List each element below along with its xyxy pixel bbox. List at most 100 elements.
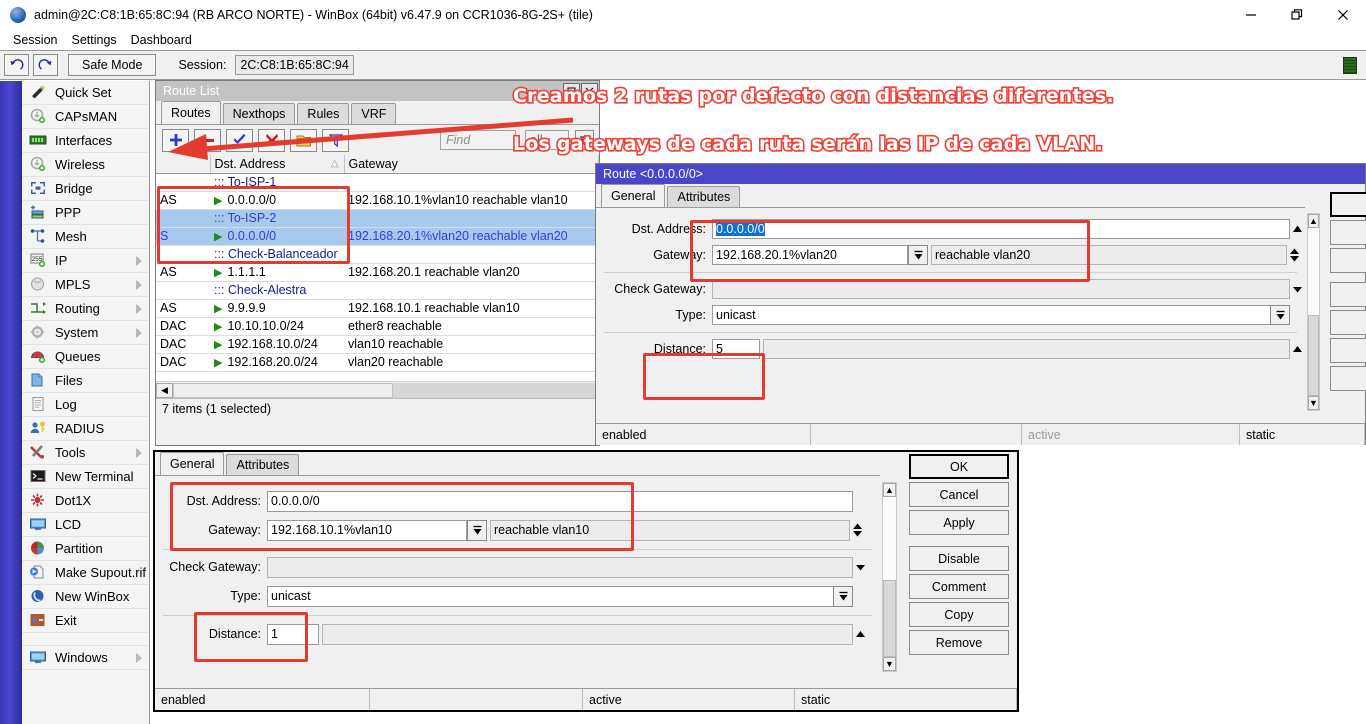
- scroll-left-icon[interactable]: ◀: [156, 383, 173, 398]
- check-gateway-dropdown-icon[interactable]: [853, 556, 868, 578]
- distance-stepper[interactable]: [853, 623, 868, 645]
- tab-general[interactable]: General: [601, 184, 665, 207]
- ok-button[interactable]: [1330, 192, 1366, 217]
- remove-button[interactable]: [1330, 366, 1366, 391]
- sidebar-item-mpls[interactable]: MPLS: [22, 273, 149, 297]
- gateway-dropdown-icon[interactable]: [467, 520, 487, 541]
- dst-address-input[interactable]: 0.0.0.0/0: [267, 491, 853, 512]
- apply-button[interactable]: Apply: [909, 510, 1009, 535]
- distance-input[interactable]: 5: [712, 339, 760, 359]
- type-dropdown-icon[interactable]: [1270, 305, 1290, 325]
- sidebar-item-lcd[interactable]: LCD: [22, 513, 149, 537]
- table-row[interactable]: ::: To-ISP-1: [156, 173, 599, 191]
- apply-button[interactable]: [1330, 248, 1366, 273]
- scroll-up-icon[interactable]: ▲: [1308, 214, 1319, 228]
- menu-item-session[interactable]: Session: [6, 32, 64, 48]
- sidebar-item-system[interactable]: System: [22, 321, 149, 345]
- distance-stepper[interactable]: [1290, 338, 1305, 360]
- route-dialog-bottom-vertical-scrollbar[interactable]: ▲ ▼: [882, 482, 897, 672]
- menu-item-settings[interactable]: Settings: [64, 32, 123, 48]
- gateway-input[interactable]: 192.168.20.1%vlan20: [712, 245, 908, 265]
- maximize-restore-icon[interactable]: [1274, 0, 1320, 29]
- scroll-down-icon[interactable]: ▼: [883, 657, 896, 671]
- close-icon[interactable]: [1320, 0, 1366, 29]
- sidebar-item-ppp[interactable]: PPP: [22, 201, 149, 225]
- tab-routes[interactable]: Routes: [161, 101, 221, 124]
- tab-attributes[interactable]: Attributes: [667, 186, 740, 207]
- scroll-thumb[interactable]: [883, 580, 896, 657]
- ok-button[interactable]: OK: [909, 454, 1009, 479]
- sidebar-item-dot1x[interactable]: Dot1X: [22, 489, 149, 513]
- menu-item-dashboard[interactable]: Dashboard: [124, 32, 199, 48]
- comment-button[interactable]: [1330, 310, 1366, 335]
- sidebar-item-new-winbox[interactable]: New WinBox: [22, 585, 149, 609]
- remove-button[interactable]: Remove: [909, 630, 1009, 655]
- dst-address-input[interactable]: 0.0.0.0/0: [712, 219, 1290, 239]
- route-dialog-top-vertical-scrollbar[interactable]: ▲ ▼: [1307, 213, 1320, 411]
- type-dropdown-icon[interactable]: [833, 586, 853, 607]
- gateway-stepper[interactable]: [1287, 244, 1302, 266]
- gateway-stepper[interactable]: [850, 519, 865, 541]
- table-row[interactable]: AS ▶9.9.9.9 192.168.10.1 reachable vlan1…: [156, 299, 599, 317]
- table-row[interactable]: S ▶0.0.0.0/0 192.168.20.1%vlan20 reachab…: [156, 227, 599, 245]
- check-gateway-input[interactable]: [712, 279, 1290, 299]
- type-input[interactable]: unicast: [712, 305, 1290, 325]
- sidebar-item-files[interactable]: Files: [22, 369, 149, 393]
- sidebar-item-queues[interactable]: Queues: [22, 345, 149, 369]
- disable-button[interactable]: [1330, 282, 1366, 307]
- minimize-icon[interactable]: [1228, 0, 1274, 29]
- table-row[interactable]: ::: Check-Balanceador: [156, 245, 599, 263]
- safe-mode-button[interactable]: Safe Mode: [68, 54, 156, 76]
- check-gateway-dropdown-icon[interactable]: [1290, 278, 1305, 300]
- sidebar-item-ip[interactable]: 255 IP: [22, 249, 149, 273]
- sidebar-item-tools[interactable]: Tools: [22, 441, 149, 465]
- redo-icon[interactable]: [33, 54, 58, 76]
- distance-input[interactable]: 1: [267, 624, 319, 645]
- sidebar-item-radius[interactable]: RADIUS: [22, 417, 149, 441]
- sidebar-item-new-terminal[interactable]: New Terminal: [22, 465, 149, 489]
- sidebar-item-exit[interactable]: Exit: [22, 609, 149, 633]
- scroll-thumb[interactable]: [173, 383, 393, 398]
- cancel-button[interactable]: Cancel: [909, 482, 1009, 507]
- session-value[interactable]: 2C:C8:1B:65:8C:94: [235, 55, 353, 75]
- comment-button[interactable]: Comment: [909, 574, 1009, 599]
- sidebar-item-bridge[interactable]: Bridge: [22, 177, 149, 201]
- disable-button[interactable]: Disable: [909, 546, 1009, 571]
- table-row[interactable]: AS ▶1.1.1.1 192.168.20.1 reachable vlan2…: [156, 263, 599, 281]
- sidebar-item-capsman[interactable]: CAPsMAN: [22, 105, 149, 129]
- table-row[interactable]: AS ▶0.0.0.0/0 192.168.10.1%vlan10 reacha…: [156, 191, 599, 209]
- table-row[interactable]: DAC ▶10.10.10.0/24 ether8 reachable: [156, 317, 599, 335]
- scroll-track[interactable]: [883, 497, 896, 657]
- copy-button[interactable]: Copy: [909, 602, 1009, 627]
- tab-attributes[interactable]: Attributes: [226, 454, 299, 475]
- scroll-track[interactable]: [1308, 228, 1319, 396]
- cancel-button[interactable]: [1330, 220, 1366, 245]
- sidebar-item-windows[interactable]: Windows: [22, 646, 149, 670]
- type-input[interactable]: unicast: [267, 586, 853, 607]
- sidebar-item-mesh[interactable]: Mesh: [22, 225, 149, 249]
- scroll-track[interactable]: [393, 383, 599, 398]
- table-row[interactable]: DAC ▶192.168.20.0/24 vlan20 reachable: [156, 353, 599, 371]
- cell-gateway: 192.168.20.1 reachable vlan20: [344, 263, 599, 281]
- scroll-down-icon[interactable]: ▼: [1308, 396, 1319, 410]
- sidebar-item-partition[interactable]: Partition: [22, 537, 149, 561]
- table-row[interactable]: DAC ▶192.168.10.0/24 vlan10 reachable: [156, 335, 599, 353]
- sidebar-item-log[interactable]: Log: [22, 393, 149, 417]
- horizontal-scrollbar[interactable]: ◀: [156, 381, 599, 398]
- copy-button[interactable]: [1330, 338, 1366, 363]
- sidebar-item-interfaces[interactable]: Interfaces: [22, 129, 149, 153]
- gateway-dropdown-icon[interactable]: [908, 245, 928, 265]
- table-row[interactable]: ::: Check-Alestra: [156, 281, 599, 299]
- undo-icon[interactable]: [4, 54, 29, 76]
- scroll-thumb[interactable]: [1308, 315, 1319, 396]
- dst-address-stepper[interactable]: [1290, 218, 1305, 240]
- sidebar-item-quick-set[interactable]: Quick Set: [22, 81, 149, 105]
- gateway-input[interactable]: 192.168.10.1%vlan10: [267, 520, 467, 541]
- sidebar-item-routing[interactable]: Routing: [22, 297, 149, 321]
- check-gateway-input[interactable]: [267, 557, 853, 578]
- scroll-up-icon[interactable]: ▲: [883, 483, 896, 497]
- sidebar-item-wireless[interactable]: Wireless: [22, 153, 149, 177]
- sidebar-item-make-supout[interactable]: Make Supout.rif: [22, 561, 149, 585]
- tab-general[interactable]: General: [160, 452, 224, 475]
- table-row[interactable]: ::: To-ISP-2: [156, 209, 599, 227]
